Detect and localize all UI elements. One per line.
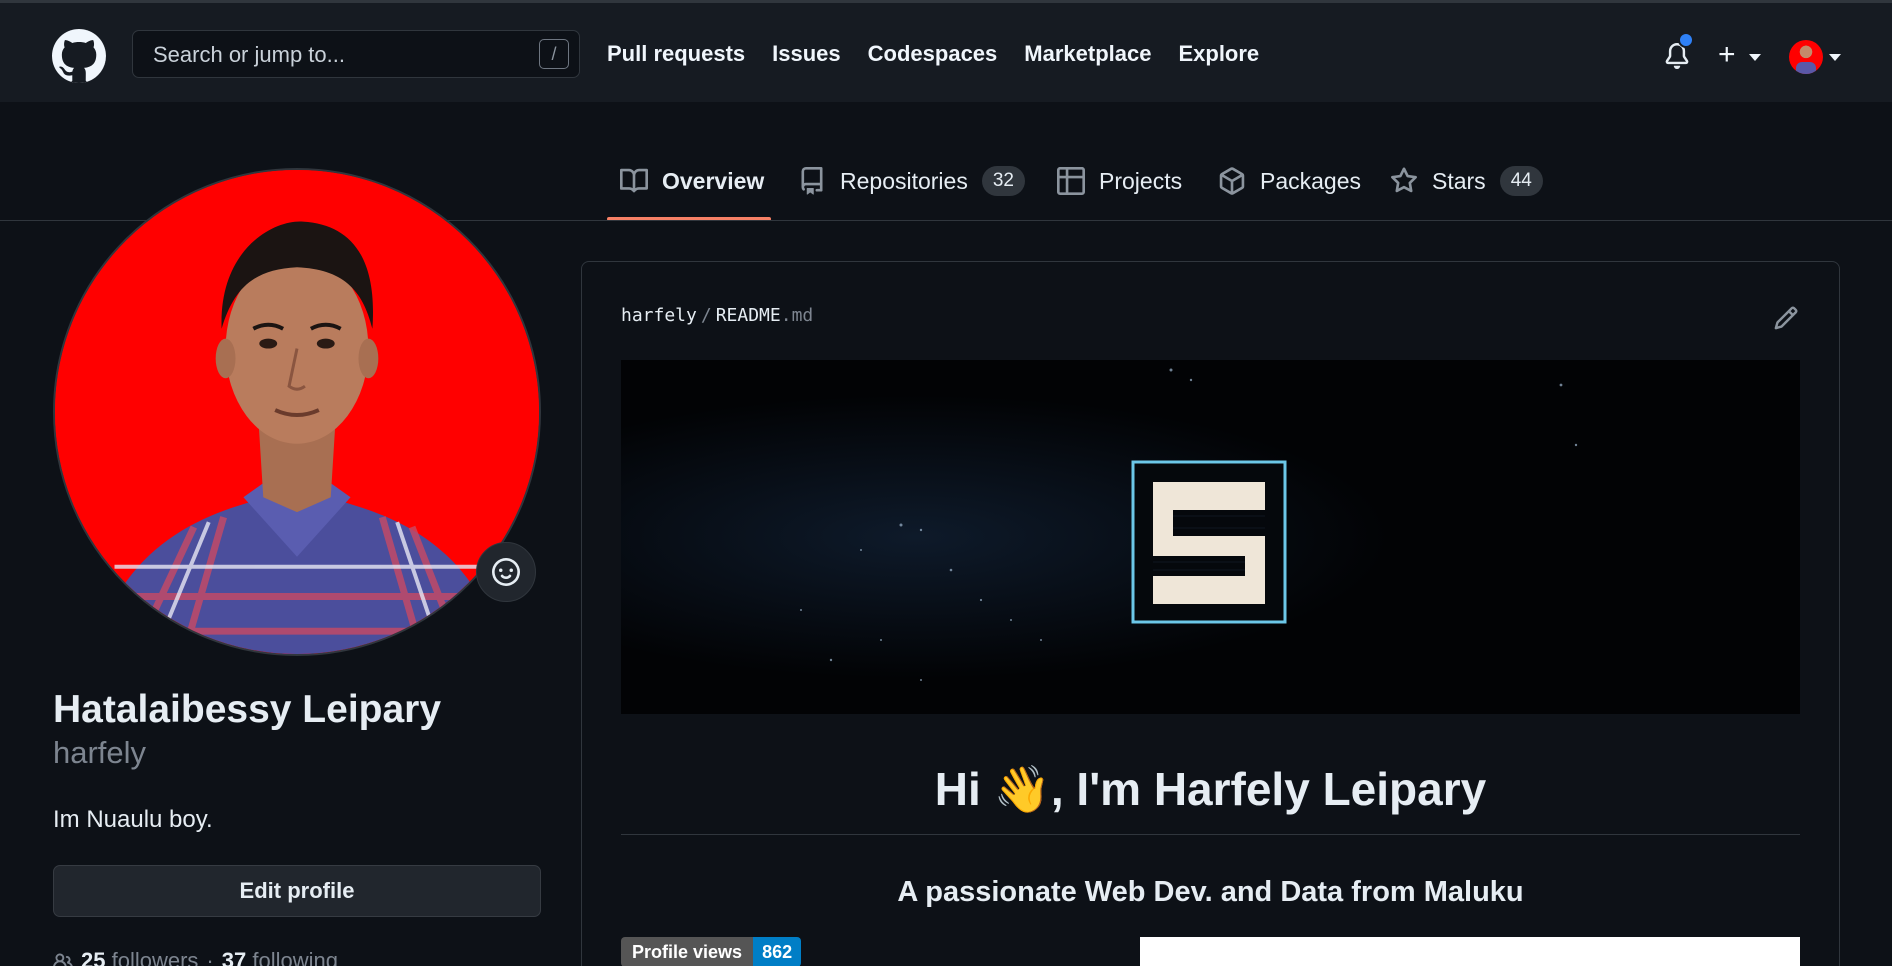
search-input[interactable]: Search or jump to... /: [132, 30, 580, 78]
repo-icon: [801, 167, 823, 195]
tab-packages-label: Packages: [1260, 167, 1362, 194]
readme-file-ext: .md: [780, 305, 814, 326]
readme-subtitle: A passionate Web Dev. and Data from Malu…: [897, 876, 1524, 908]
profile-name: Hatalaibessy Leipary: [53, 688, 442, 731]
edit-profile-button[interactable]: Edit profile: [53, 865, 541, 917]
nav-codespaces[interactable]: Codespaces: [868, 41, 998, 67]
people-icon: [53, 953, 73, 966]
followers-label: followers: [111, 948, 199, 966]
badge-value: 862: [753, 937, 802, 966]
followers-count: 25: [81, 948, 106, 966]
tab-overview[interactable]: Overview: [620, 160, 764, 202]
tab-projects-label: Projects: [1099, 167, 1183, 194]
avatar[interactable]: [1789, 40, 1823, 74]
chevron-down-icon[interactable]: [1829, 54, 1841, 61]
book-icon: [620, 168, 648, 193]
plus-icon[interactable]: +: [1718, 40, 1736, 70]
tab-overview-label: Overview: [662, 167, 765, 194]
readme-file-name: README: [715, 305, 781, 326]
readme-file-link[interactable]: README.md: [716, 305, 814, 326]
readme-banner-image: [621, 360, 1800, 714]
table-icon: [1057, 167, 1085, 195]
tab-repositories-label: Repositories: [840, 167, 968, 194]
readme-stats-image: [1140, 937, 1800, 966]
stars-count-badge: 44: [1499, 166, 1543, 196]
tab-stars[interactable]: Stars 44: [1390, 160, 1543, 202]
tab-repositories[interactable]: Repositories 32: [798, 160, 1025, 202]
following-label: following: [252, 948, 338, 966]
heading-divider: [621, 834, 1800, 835]
chevron-down-icon[interactable]: [1749, 54, 1761, 61]
top-nav: Pull requests Issues Codespaces Marketpl…: [607, 41, 1259, 67]
search-placeholder: Search or jump to...: [153, 42, 345, 67]
tab-packages[interactable]: Packages: [1218, 160, 1361, 202]
package-icon: [1219, 167, 1245, 195]
following-link[interactable]: 37 following: [222, 948, 338, 966]
tab-projects[interactable]: Projects: [1057, 160, 1182, 202]
readme-path: harfely / README.md: [621, 305, 813, 326]
path-separator: /: [700, 305, 712, 326]
nav-issues[interactable]: Issues: [772, 41, 841, 67]
followers-link[interactable]: 25 followers: [81, 948, 198, 966]
repositories-count-badge: 32: [981, 166, 1025, 196]
set-status-button[interactable]: [476, 542, 536, 602]
nav-explore[interactable]: Explore: [1178, 41, 1259, 67]
pencil-icon[interactable]: [1773, 305, 1799, 331]
top-header: Search or jump to... / Pull requests Iss…: [0, 0, 1892, 102]
follow-separator: ·: [206, 948, 214, 966]
profile-views-badge: Profile views 862: [621, 937, 802, 966]
nav-pull-requests[interactable]: Pull requests: [607, 41, 745, 67]
tab-stars-label: Stars: [1432, 167, 1486, 194]
star-icon: [1391, 167, 1417, 193]
profile-bio: Im Nuaulu boy.: [53, 806, 213, 833]
badge-label: Profile views: [621, 937, 754, 966]
github-logo-icon[interactable]: [52, 29, 106, 83]
readme-heading: Hi 👋, I'm Harfely Leipary: [934, 763, 1487, 815]
nav-marketplace[interactable]: Marketplace: [1024, 41, 1151, 67]
notification-indicator: [1678, 32, 1694, 48]
profile-avatar[interactable]: [53, 168, 541, 656]
search-shortcut-hint: /: [539, 39, 569, 69]
profile-username: harfely: [53, 735, 147, 770]
following-count: 37: [221, 948, 247, 966]
followers-following: 25 followers · 37 following: [53, 948, 338, 966]
smiley-icon: [492, 558, 520, 586]
readme-owner-link[interactable]: harfely: [621, 305, 697, 326]
